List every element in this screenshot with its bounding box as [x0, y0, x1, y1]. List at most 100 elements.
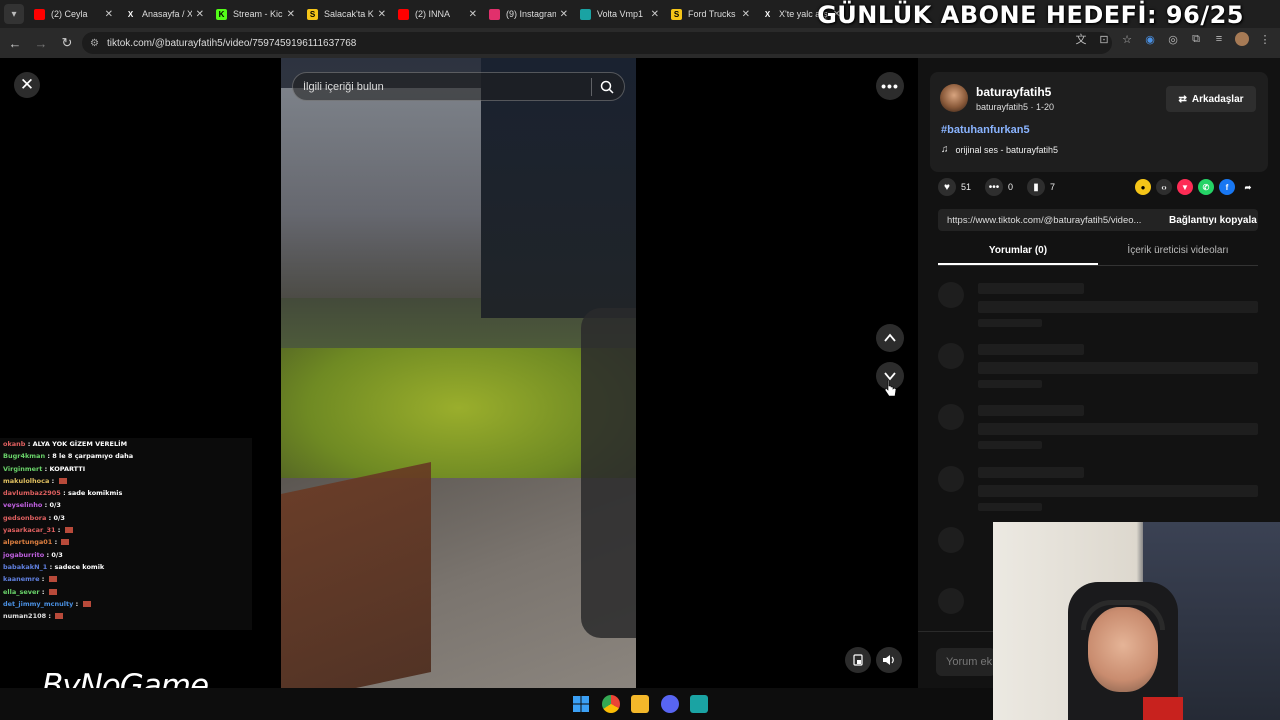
sound-link[interactable]: ♫ orijinal ses - baturayfatih5 [941, 144, 1058, 155]
save-count: 7 [1050, 182, 1056, 192]
comment-input[interactable] [936, 648, 996, 676]
hashtag-link[interactable]: #batuhanfurkan5 [941, 124, 1030, 136]
tab-close-icon[interactable]: ✕ [105, 9, 113, 20]
copy-link-button[interactable]: Bağlantıyı kopyala [1169, 215, 1257, 226]
browser-tab[interactable]: K Stream - Kick ✕ [210, 0, 301, 28]
reload-icon[interactable]: ↻ [56, 32, 78, 54]
browser-tab[interactable]: S Salacak'ta K ✕ [301, 0, 392, 28]
video-frame-building [281, 88, 511, 298]
chat-text: sadece komik [54, 562, 105, 571]
discord-icon[interactable] [661, 695, 679, 713]
browser-tab[interactable]: (9) Instagram ✕ [483, 0, 574, 28]
engagement-actions: ♥ 51 ••• 0 ▮ 7 [938, 178, 1069, 196]
save-action[interactable]: ▮ 7 [1027, 178, 1055, 196]
chat-username[interactable]: numan2108 [3, 612, 46, 620]
chat-username[interactable]: makulolhoca [3, 477, 49, 485]
tab-label: (9) Instagram [506, 9, 556, 19]
tab-close-icon[interactable]: ✕ [287, 9, 295, 20]
browser-tab[interactable]: S Ford Trucks ✕ [665, 0, 756, 28]
volume-button[interactable] [876, 647, 902, 673]
search-input[interactable] [303, 80, 583, 93]
video-frame-person [581, 308, 636, 638]
browser-tab[interactable]: (2) Ceyla ✕ [28, 0, 119, 28]
chat-username[interactable]: ella_sever [3, 588, 40, 596]
chat-message: Virginmert : KOPARTTI [0, 463, 252, 475]
url-field[interactable]: ⚙ tiktok.com/@baturayfatih5/video/759745… [82, 32, 1112, 54]
chat-username[interactable]: alpertunga01 [3, 538, 52, 546]
share-link-url[interactable]: https://www.tiktok.com/@baturayfatih5/vi… [947, 215, 1155, 226]
tab-close-icon[interactable]: ✕ [742, 9, 750, 20]
tab-label: (2) Ceyla [51, 9, 88, 19]
tab-close-icon[interactable]: ✕ [651, 9, 659, 20]
chat-message: gedsonbora : 0/3 [0, 512, 252, 524]
browser-tab[interactable]: (2) INNA ✕ [392, 0, 483, 28]
windows-start-icon[interactable] [572, 695, 590, 713]
close-icon[interactable]: ✕ [14, 72, 40, 98]
chat-emote-icon [48, 576, 57, 583]
chat-username[interactable]: veyselinho [3, 501, 42, 509]
comment-action[interactable]: ••• 0 [985, 178, 1013, 196]
tab-label: Volta Vmp1 [597, 9, 644, 19]
share-arrow-icon[interactable]: ➦ [1240, 179, 1256, 195]
browser-tab[interactable]: Volta Vmp1 ✕ [574, 0, 665, 28]
bookmark-star-icon[interactable]: ☆ [1120, 32, 1134, 46]
chat-message: alpertunga01 : [0, 536, 252, 548]
facebook-icon[interactable]: f [1219, 179, 1235, 195]
tab-close-icon[interactable]: ✕ [560, 9, 568, 20]
chat-username[interactable]: davlumbaz2905 [3, 489, 61, 497]
app-icon[interactable] [690, 695, 708, 713]
pip-button[interactable] [845, 647, 871, 673]
tab-comments[interactable]: Yorumlar (0) [938, 240, 1098, 265]
embed-code-icon[interactable]: ‹› [1156, 179, 1172, 195]
chat-message: numan2108 : [0, 610, 252, 622]
chat-username[interactable]: det_jimmy_mcnulty [3, 600, 73, 608]
chat-separator: : [73, 599, 81, 608]
video-player[interactable] [281, 58, 636, 688]
back-icon[interactable]: ← [4, 32, 26, 54]
file-explorer-icon[interactable] [631, 695, 649, 713]
search-icon[interactable] [600, 80, 614, 94]
chat-username[interactable]: kaanemre [3, 575, 40, 583]
search-bar [292, 72, 625, 101]
tab-label: (2) INNA [415, 9, 451, 19]
whatsapp-icon[interactable]: ✆ [1198, 179, 1214, 195]
site-info-icon[interactable]: ⚙ [90, 38, 99, 49]
tab-creator-videos[interactable]: İçerik üreticisi videoları [1098, 240, 1258, 265]
chat-separator: : [46, 513, 54, 522]
chat-username[interactable]: Bugr4kman [3, 452, 45, 460]
extension-icon[interactable]: ◉ [1143, 32, 1157, 46]
tab-close-icon[interactable]: ✕ [196, 9, 204, 20]
chat-username[interactable]: okanb [3, 440, 25, 448]
like-action[interactable]: ♥ 51 [938, 178, 971, 196]
share-icons: ● ‹› ▼ ✆ f ➦ [1135, 179, 1256, 195]
kebab-menu-icon[interactable]: ⋮ [1258, 32, 1272, 46]
chat-emote-icon [61, 539, 70, 546]
coin-icon[interactable]: ● [1135, 179, 1151, 195]
chat-username[interactable]: jogaburrito [3, 551, 44, 559]
reading-list-icon[interactable]: ≡ [1212, 32, 1226, 46]
chat-separator: : [60, 489, 68, 498]
avatar[interactable] [940, 84, 968, 112]
send-icon[interactable]: ▼ [1177, 179, 1193, 195]
chat-message: jogaburrito : 0/3 [0, 549, 252, 561]
more-options-icon[interactable]: ••• [876, 72, 904, 100]
chat-username[interactable]: yasarkacar_31 [3, 526, 56, 534]
tab-close-icon[interactable]: ✕ [469, 9, 477, 20]
chrome-icon[interactable] [602, 695, 620, 713]
tab-search-icon[interactable]: ▾ [4, 4, 24, 24]
creator-username[interactable]: baturayfatih5 [976, 85, 1051, 99]
translate-icon[interactable]: 文 [1074, 32, 1088, 46]
forward-icon[interactable]: → [30, 32, 52, 54]
previous-video-button[interactable] [876, 324, 904, 352]
browser-tab[interactable]: X Anasayfa / X ✕ [119, 0, 210, 28]
friends-button[interactable]: ⇄ Arkadaşlar [1166, 86, 1256, 112]
chat-username[interactable]: babakakN_1 [3, 563, 47, 571]
profile-avatar[interactable] [1235, 32, 1249, 46]
stream-chat-overlay: okanb : ALYA YOK GİZEM VERELİM Bugr4kman … [0, 438, 252, 630]
tab-close-icon[interactable]: ✕ [378, 9, 386, 20]
install-icon[interactable]: ⊡ [1097, 32, 1111, 46]
vpn-icon[interactable]: ◎ [1166, 32, 1180, 46]
chat-username[interactable]: gedsonbora [3, 514, 46, 522]
puzzle-icon[interactable]: ⧉ [1189, 32, 1203, 46]
chat-username[interactable]: Virginmert [3, 465, 42, 473]
